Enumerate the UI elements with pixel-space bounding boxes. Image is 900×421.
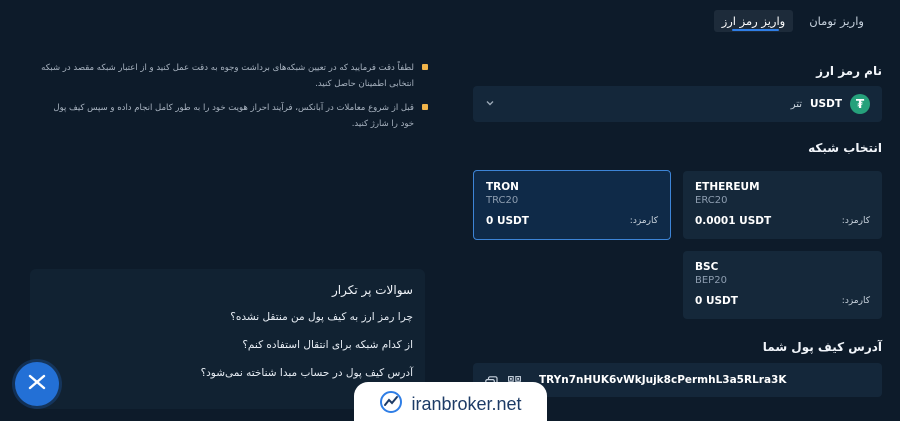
network-fee: 0 USDT bbox=[486, 215, 529, 227]
tab-crypto-deposit[interactable]: واریز رمز ارز bbox=[713, 10, 794, 32]
tether-icon: ₮ bbox=[850, 94, 870, 114]
wallet-section-title: آدرس کیف پول شما bbox=[762, 340, 882, 354]
warning-bullet-icon bbox=[422, 104, 428, 110]
fee-label: کارمزد: bbox=[629, 216, 658, 226]
network-card-tron[interactable]: TRON TRC20 0 USDT کارمزد: bbox=[473, 170, 671, 240]
notice-text: قبل از شروع معاملات در آبانکس، فرآیند اح… bbox=[53, 103, 414, 129]
faq-question[interactable]: چرا رمز ارز به کیف پول من منتقل نشده؟ bbox=[42, 311, 413, 323]
broker-logo-icon bbox=[379, 390, 403, 418]
currency-code: USDT bbox=[810, 98, 842, 110]
faq-title: سوالات پر تکرار bbox=[331, 283, 413, 297]
watermark-badge: iranbroker.net bbox=[354, 382, 547, 421]
notice-item: لطفاً دقت فرمایید که در تعیین شبکه‌های ب… bbox=[40, 60, 428, 92]
network-standard: TRC20 bbox=[486, 195, 519, 206]
network-fee: 0.0001 USDT bbox=[695, 215, 772, 227]
fee-label: کارمزد: bbox=[841, 296, 870, 306]
currency-name: تتر bbox=[790, 98, 803, 110]
network-name: ETHEREUM bbox=[695, 181, 760, 193]
chevron-down-icon bbox=[485, 98, 495, 111]
wallet-address[interactable]: TRYn7nHUK6vWkJujk8cPermhL3a5RLra3K bbox=[539, 374, 786, 386]
warning-bullet-icon bbox=[422, 64, 428, 70]
network-name: BSC bbox=[695, 261, 719, 273]
support-chat-button[interactable] bbox=[15, 362, 59, 406]
fee-label: کارمزد: bbox=[841, 216, 870, 226]
faq-question[interactable]: آدرس کیف پول در حساب مبدا شناخته نمی‌شود… bbox=[42, 367, 413, 379]
notice-item: قبل از شروع معاملات در آبانکس، فرآیند اح… bbox=[40, 100, 428, 132]
network-card-bsc[interactable]: BSC BEP20 0 USDT کارمزد: bbox=[683, 251, 882, 319]
network-fee: 0 USDT bbox=[695, 295, 738, 307]
tab-toman-deposit[interactable]: واریز تومان bbox=[801, 10, 872, 32]
notice-text: لطفاً دقت فرمایید که در تعیین شبکه‌های ب… bbox=[41, 63, 414, 89]
network-card-ethereum[interactable]: ETHEREUM ERC20 0.0001 USDT کارمزد: bbox=[683, 171, 882, 239]
network-section-title: انتخاب شبکه bbox=[808, 141, 882, 155]
deposit-tabs: واریز تومان واریز رمز ارز bbox=[713, 10, 872, 32]
network-name: TRON bbox=[486, 181, 519, 193]
network-standard: ERC20 bbox=[695, 195, 728, 206]
currency-select[interactable]: تتر USDT ₮ bbox=[473, 86, 882, 122]
faq-question[interactable]: از کدام شبکه برای انتقال استفاده کنم؟ bbox=[42, 339, 413, 351]
currency-section-title: نام رمز ارز bbox=[816, 64, 882, 78]
watermark-text: iranbroker.net bbox=[411, 393, 522, 414]
network-standard: BEP20 bbox=[695, 275, 727, 286]
chat-logo-icon bbox=[26, 371, 48, 397]
